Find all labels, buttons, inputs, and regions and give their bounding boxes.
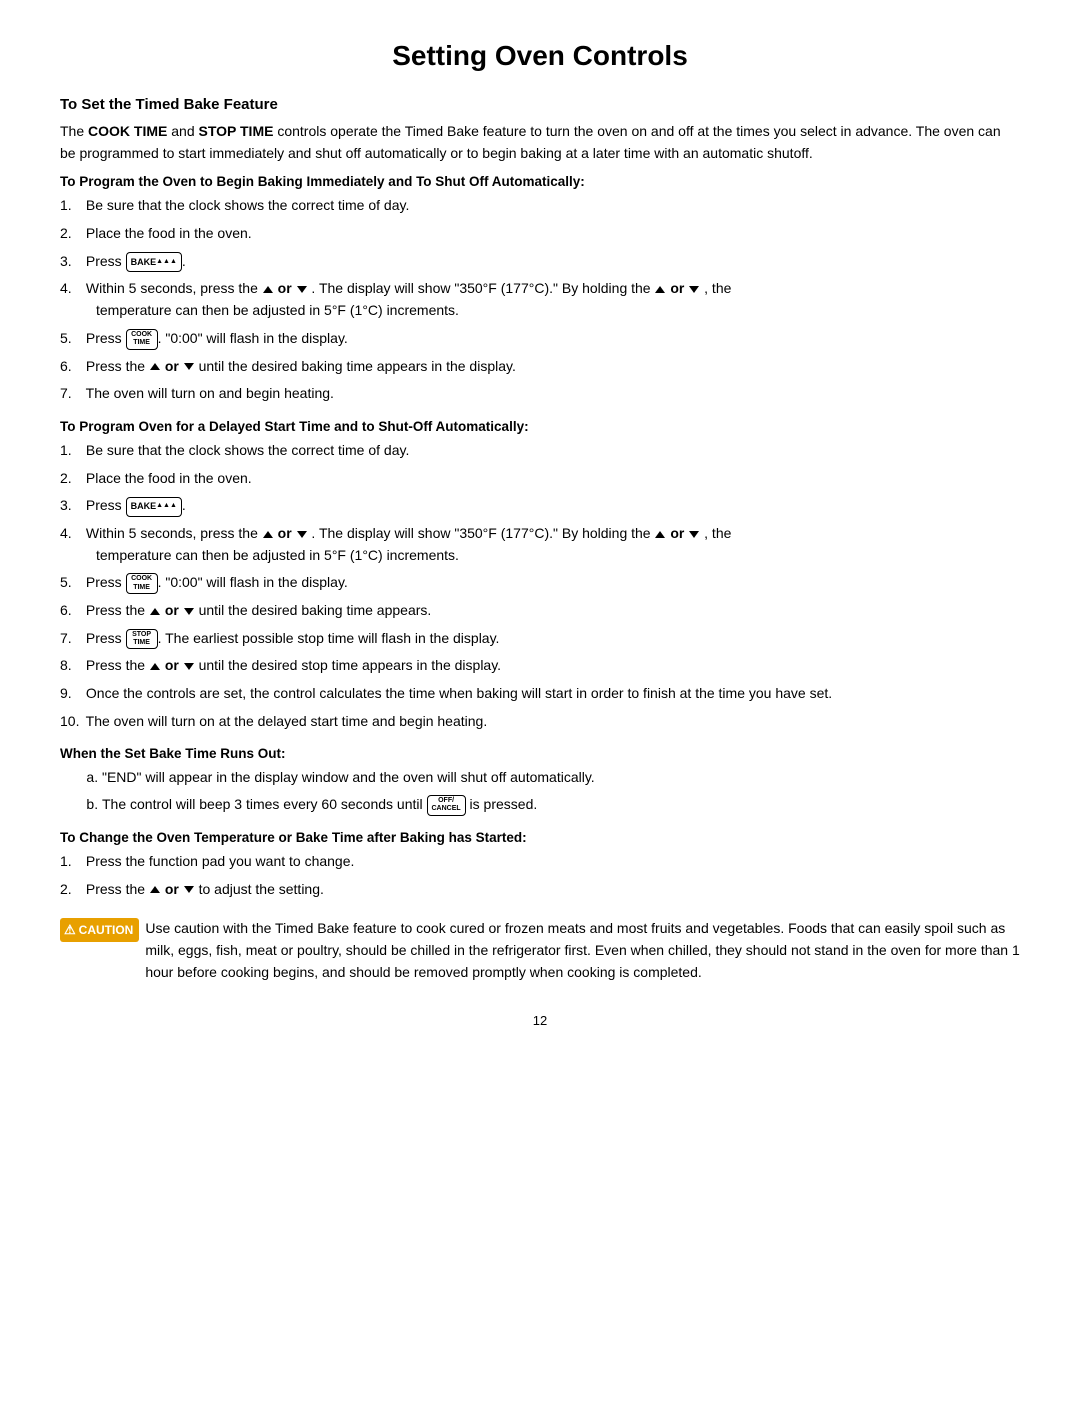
arrow-down-icon2 bbox=[689, 286, 699, 293]
step-7a: 7. The oven will turn on and begin heati… bbox=[60, 383, 1020, 405]
bake-button-icon: BAKE▲▲▲ bbox=[126, 252, 182, 272]
step-7b: 7. Press STOPTIME. The earliest possible… bbox=[60, 628, 1020, 650]
arrow-up-icon2 bbox=[655, 286, 665, 293]
bake-button-icon2: BAKE▲▲▲ bbox=[126, 497, 182, 517]
cook-time-button-icon2: COOKTIME bbox=[126, 573, 158, 594]
section-title: To Set the Timed Bake Feature bbox=[60, 96, 1020, 113]
arrow-down-icon3 bbox=[184, 363, 194, 370]
step-3b: 3. Press BAKE▲▲▲. bbox=[60, 495, 1020, 517]
step-4a: 4. Within 5 seconds, press the or . The … bbox=[60, 278, 1020, 321]
runs-out-item-a: "END" will appear in the display window … bbox=[102, 767, 1020, 789]
step-9b: 9. Once the controls are set, the contro… bbox=[60, 683, 1020, 705]
step-5b: 5. Press COOKTIME. "0:00" will flash in … bbox=[60, 572, 1020, 594]
step-1a: 1. Be sure that the clock shows the corr… bbox=[60, 195, 1020, 217]
subsection1-title: To Program the Oven to Begin Baking Imme… bbox=[60, 174, 1020, 189]
arrow-up-icon bbox=[263, 286, 273, 293]
page-number: 12 bbox=[60, 1013, 1020, 1028]
runs-out-item-b: The control will beep 3 times every 60 s… bbox=[102, 794, 1020, 816]
step-2b: 2. Place the food in the oven. bbox=[60, 468, 1020, 490]
arrow-up-icon3 bbox=[150, 363, 160, 370]
step-6a: 6. Press the or until the desired baking… bbox=[60, 356, 1020, 378]
subsection4-title: To Change the Oven Temperature or Bake T… bbox=[60, 830, 1020, 845]
caution-icon: ⚠ bbox=[64, 920, 76, 940]
step-3a: 3. Press BAKE▲▲▲. bbox=[60, 251, 1020, 273]
step-1b: 1. Be sure that the clock shows the corr… bbox=[60, 440, 1020, 462]
arrow-down-icon4 bbox=[297, 531, 307, 538]
step-6b: 6. Press the or until the desired baking… bbox=[60, 600, 1020, 622]
arrow-up-icon8 bbox=[150, 886, 160, 893]
step-4b: 4. Within 5 seconds, press the or . The … bbox=[60, 523, 1020, 566]
runs-out-list: "END" will appear in the display window … bbox=[102, 767, 1020, 815]
arrow-up-icon7 bbox=[150, 663, 160, 670]
caution-box: ⚠ CAUTION Use caution with the Timed Bak… bbox=[60, 918, 1020, 983]
arrow-down-icon bbox=[297, 286, 307, 293]
step-10b: 10. The oven will turn on at the delayed… bbox=[60, 711, 1020, 733]
arrow-up-icon4 bbox=[263, 531, 273, 538]
page-title: Setting Oven Controls bbox=[60, 40, 1020, 72]
step-5a: 5. Press COOKTIME. "0:00" will flash in … bbox=[60, 328, 1020, 350]
stop-time-button-icon: STOPTIME bbox=[126, 629, 158, 650]
caution-label: ⚠ CAUTION bbox=[60, 918, 139, 942]
change-step-2: 2. Press the or to adjust the setting. bbox=[60, 879, 1020, 901]
change-step-1: 1. Press the function pad you want to ch… bbox=[60, 851, 1020, 873]
arrow-down-icon7 bbox=[184, 663, 194, 670]
off-cancel-button-icon: OFF/CANCEL bbox=[427, 795, 466, 816]
arrow-up-icon5 bbox=[655, 531, 665, 538]
subsection2-title: To Program Oven for a Delayed Start Time… bbox=[60, 419, 1020, 434]
arrow-down-icon5 bbox=[689, 531, 699, 538]
arrow-down-icon8 bbox=[184, 886, 194, 893]
arrow-down-icon6 bbox=[184, 608, 194, 615]
subsection3-title: When the Set Bake Time Runs Out: bbox=[60, 746, 1020, 761]
cook-time-button-icon: COOKTIME bbox=[126, 329, 158, 350]
step-2a: 2. Place the food in the oven. bbox=[60, 223, 1020, 245]
caution-text: Use caution with the Timed Bake feature … bbox=[145, 918, 1020, 983]
step-8b: 8. Press the or until the desired stop t… bbox=[60, 655, 1020, 677]
intro-text: The COOK TIME and STOP TIME controls ope… bbox=[60, 121, 1020, 164]
arrow-up-icon6 bbox=[150, 608, 160, 615]
